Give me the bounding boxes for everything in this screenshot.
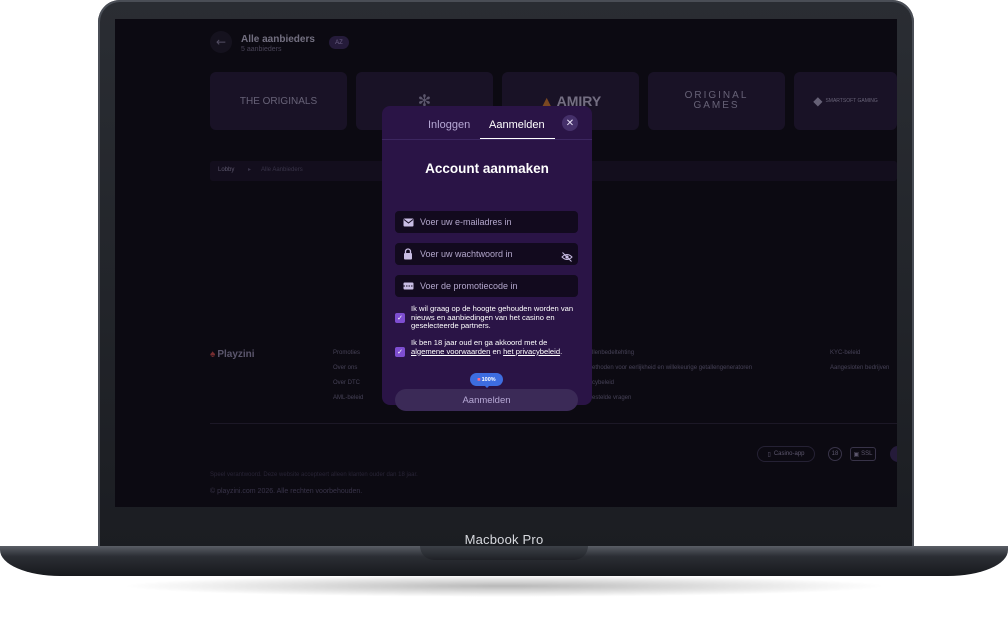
lock-icon: ▣ [853,451,860,458]
ssl-badge: ▣ SSL [850,447,876,461]
footer-link[interactable]: AML-beleid [333,395,363,401]
laptop-notch [420,546,588,560]
ssl-label: SSL [861,451,873,457]
laptop-shadow [120,575,888,597]
promo-ticket-icon [402,280,414,292]
terms-conj: en [492,346,501,356]
password-field [395,243,578,265]
footer-link[interactable]: cybeleid [592,380,614,386]
provider-name: THE ORIGINALS [239,95,318,107]
footer-disclaimer: Speel verantwoord. Deze website acceptee… [210,472,418,478]
provider-card[interactable]: ◆ SMARTSOFT GAMING [794,72,897,130]
footer-link[interactable]: Over ons [333,365,357,371]
footer-link[interactable]: KYC-beleid [830,350,860,356]
footer-copyright: © playzini.com 2026. Alle rechten voorbe… [210,488,363,495]
footer-divider [210,423,897,424]
phone-icon: ▯ [767,451,771,458]
smartsoft-logo-icon: ◆ [813,94,823,108]
brand-name: Playzini [217,349,255,360]
casino-app-button[interactable]: ▯ Casino-app [757,446,815,462]
email-field [395,211,578,233]
terms-link[interactable]: algemene voorwaarden [411,347,490,356]
spade-icon: ♠ [210,349,216,360]
tab-login[interactable]: Inloggen [428,119,470,131]
casino-app-label: Casino-app [773,451,805,457]
check-icon: ✓ [397,348,403,356]
lock-icon [402,248,414,260]
terms-consent-text: Ik ben 18 jaar oud en ga akkoord met de … [411,338,581,356]
screen: ← Alle aanbieders 5 aanbieders AZ THE OR… [115,19,897,507]
provider-card[interactable]: ORIGINAL GAMES [648,72,785,130]
footer-link[interactable]: estelde vragen [592,395,631,401]
signup-modal: Inloggen Aanmelden ✕ Account aanmaken Vo… [382,106,592,411]
provider-name: SMARTSOFT GAMING [825,98,878,104]
footer-link[interactable]: Promoties [333,350,360,356]
footer-link[interactable]: Over DTC [333,380,360,386]
breadcrumb-lobby[interactable]: Lobby [218,167,234,173]
bonus-percent: 100% [481,376,496,383]
provider-name: ORIGINAL GAMES [684,90,749,111]
back-button[interactable]: ← [210,31,232,53]
eye-off-icon[interactable] [561,248,573,262]
sort-az-button[interactable]: AZ [329,36,349,49]
arrow-left-icon: ← [215,35,227,49]
promo-input[interactable] [420,278,560,294]
breadcrumb-current: Alle Aanbieders [261,167,303,173]
chevron-right-icon: ▸ [248,166,252,173]
footer-link[interactable]: Aangesloten bedrijven [830,365,889,371]
password-input[interactable] [420,246,560,262]
gift-icon: ■ [477,376,481,383]
device-label: Macbook Pro [464,532,544,547]
footer-link[interactable]: ethoden voor eerlijkheid en willekeurige… [592,365,752,371]
active-tab-indicator [480,138,555,139]
bonus-badge: ■ 100% [470,373,503,388]
language-selector[interactable] [890,446,897,462]
mail-icon [402,216,414,228]
footer-link[interactable]: llenbedeltehting [592,350,634,356]
close-button[interactable]: ✕ [562,115,578,131]
terms-suffix: . [560,346,563,356]
page-subtitle: 5 aanbieders [241,46,282,53]
brand-logo[interactable]: ♠ Playzini [210,349,255,360]
check-icon: ✓ [397,314,403,322]
privacy-link[interactable]: het privacybeleid [503,347,560,356]
signup-submit-button[interactable]: Aanmelden [395,389,578,411]
modal-title: Account aanmaken [425,161,549,176]
provider-card[interactable]: THE ORIGINALS [210,72,347,130]
promo-field [395,275,578,297]
tab-signup[interactable]: Aanmelden [489,119,545,131]
age-18-badge: 18 [828,447,842,461]
tab-divider [382,139,592,140]
close-icon: ✕ [565,117,575,129]
news-consent-text: Ik wil graag op de hoogte gehouden worde… [411,304,574,331]
page-title: Alle aanbieders [241,34,315,45]
news-checkbox[interactable]: ✓ [395,313,405,323]
email-input[interactable] [420,214,560,230]
terms-checkbox[interactable]: ✓ [395,347,405,357]
